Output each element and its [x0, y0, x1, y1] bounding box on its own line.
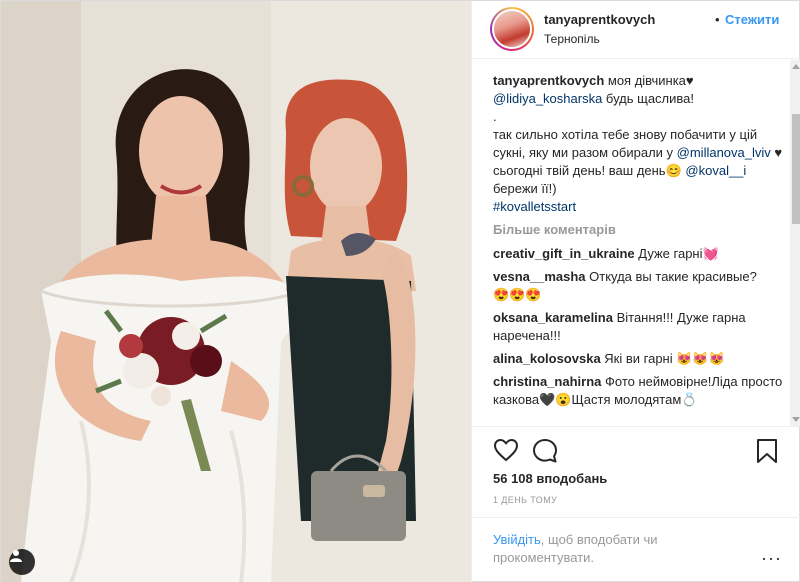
comment: creativ_gift_in_ukraine Дуже гарні💓 — [493, 245, 788, 263]
comment: alina_kolosovska Які ви гарні 😻😻😻 — [493, 350, 788, 368]
scroll-down-arrow[interactable] — [792, 417, 800, 422]
avatar[interactable] — [490, 7, 534, 51]
post-actions — [472, 426, 800, 474]
mention-link[interactable]: @millanova_lviv — [677, 145, 771, 160]
post-header: tanyaprentkovych • Стежити Тернопіль — [472, 1, 800, 59]
comment-emoji: 😻😻😻 — [676, 351, 725, 366]
post-side-panel: tanyaprentkovych • Стежити Тернопіль tan… — [471, 1, 800, 582]
comment-emoji: 😍😍😍 — [493, 287, 542, 302]
heart-icon[interactable] — [493, 438, 519, 462]
caption-text: моя дівчинка — [604, 73, 686, 88]
bookmark-icon[interactable] — [756, 438, 778, 464]
comment-user[interactable]: oksana_karamelina — [493, 310, 613, 325]
comment: christina_nahirna Фото неймовірне!Ліда п… — [493, 373, 788, 409]
caption-text: будь щаслива! — [602, 91, 694, 106]
scroll-up-arrow[interactable] — [792, 64, 800, 69]
comment-user[interactable]: alina_kolosovska — [493, 351, 601, 366]
post-photo[interactable] — [1, 1, 471, 582]
mention-link[interactable]: @koval__i — [685, 163, 746, 178]
heart-symbol: ♥ — [685, 73, 694, 88]
comment-login-bar: Увійдіть, щоб вподобати чи прокоментуват… — [472, 517, 800, 582]
caption-dot: . — [493, 109, 497, 124]
scrollbar-thumb[interactable] — [792, 114, 800, 224]
comment-text: Які ви гарні — [600, 351, 677, 366]
login-link[interactable]: Увійдіть — [493, 532, 541, 547]
user-tag-button[interactable] — [9, 549, 35, 575]
smile-emoji: 😊 — [665, 163, 682, 178]
caption-text: бережи її!) — [493, 181, 557, 196]
comments-scrollbar[interactable] — [790, 60, 800, 426]
follow-button[interactable]: Стежити — [725, 12, 779, 27]
comments-list[interactable]: tanyaprentkovych моя дівчинка♥ @lidiya_k… — [472, 60, 790, 426]
mention-link[interactable]: @lidiya_kosharska — [493, 91, 602, 106]
likes-count[interactable]: 56 108 вподобань — [493, 471, 607, 486]
comment-emoji: 💓 — [702, 246, 719, 261]
comment: oksana_karamelina Вітання!!! Дуже гарна … — [493, 309, 788, 345]
hashtag-link[interactable]: #kovalletsstart — [493, 199, 576, 214]
comment-user[interactable]: christina_nahirna — [493, 374, 601, 389]
comment-user[interactable]: vesna__masha — [493, 269, 586, 284]
login-prompt: Увійдіть, щоб вподобати чи прокоментуват… — [493, 531, 733, 567]
avatar-image — [492, 9, 532, 49]
more-options-button[interactable]: ··· — [761, 548, 782, 569]
user-tag-icon — [10, 550, 22, 562]
location-link[interactable]: Тернопіль — [544, 32, 600, 46]
caption-author[interactable]: tanyaprentkovych — [493, 73, 604, 88]
comment-text: Откуда вы такие красивые? — [585, 269, 757, 284]
photo-illustration — [1, 1, 471, 582]
post-caption: tanyaprentkovych моя дівчинка♥ @lidiya_k… — [493, 72, 788, 216]
comment: vesna__masha Откуда вы такие красивые? 😍… — [493, 268, 788, 304]
comment-emoji: 🖤😮Щастя молодятам💍 — [539, 392, 698, 407]
post-timestamp: 1 ДЕНЬ ТОМУ — [493, 495, 558, 505]
comment-text: Дуже гарні — [634, 246, 703, 261]
header-username[interactable]: tanyaprentkovych — [544, 12, 655, 27]
load-more-comments[interactable]: Більше коментарів — [493, 222, 790, 237]
comment-user[interactable]: creativ_gift_in_ukraine — [493, 246, 635, 261]
instagram-post-window: tanyaprentkovych • Стежити Тернопіль tan… — [0, 0, 800, 582]
comment-icon[interactable] — [532, 438, 558, 464]
separator-dot: • — [715, 12, 720, 27]
